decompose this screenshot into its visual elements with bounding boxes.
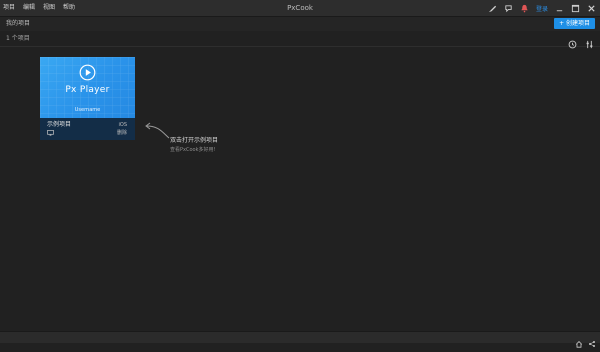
titlebar-actions: 登录 xyxy=(488,1,596,15)
bell-icon[interactable] xyxy=(520,4,529,13)
filter-icon[interactable] xyxy=(585,34,594,53)
project-name: 示例项目 xyxy=(47,121,72,128)
login-link[interactable]: 登录 xyxy=(536,4,548,13)
curved-arrow-icon xyxy=(145,122,170,139)
page-title: 我的项目 xyxy=(6,20,31,27)
project-header: 我的项目 + 创建项目 xyxy=(0,17,600,31)
maximize-icon[interactable] xyxy=(571,4,580,13)
status-bar xyxy=(0,331,600,348)
feedback-icon[interactable] xyxy=(504,4,513,13)
minimize-icon[interactable] xyxy=(555,4,564,13)
view-controls xyxy=(568,34,594,53)
create-project-button[interactable]: + 创建项目 xyxy=(554,18,595,29)
share-icon[interactable] xyxy=(588,333,596,352)
project-thumbnail[interactable]: Px Player Username xyxy=(40,57,135,118)
project-count-bar: 1 个项目 xyxy=(0,31,600,49)
project-count: 1 个项目 xyxy=(6,35,30,42)
clock-icon[interactable] xyxy=(568,34,577,53)
play-icon xyxy=(79,64,96,81)
thumbnail-title: Px Player xyxy=(65,85,110,95)
thumbnail-subtitle: Username xyxy=(74,107,101,113)
home-icon[interactable] xyxy=(575,333,583,352)
project-platform: iOS xyxy=(118,122,128,128)
title-bar: 项目 编辑 视图 帮助 PxCook 登录 xyxy=(0,0,600,17)
monitor-icon xyxy=(47,130,54,136)
status-bar-actions xyxy=(575,333,596,352)
delete-project-button[interactable]: 删除 xyxy=(117,130,127,137)
hint-title: 双击打开示例项目 xyxy=(170,137,219,144)
create-project-label: + 创建项目 xyxy=(559,20,590,27)
project-card[interactable]: Px Player Username 示例项目 iOS 删除 xyxy=(40,57,135,140)
close-icon[interactable] xyxy=(587,4,596,13)
brush-icon[interactable] xyxy=(488,4,497,13)
project-card-info: 示例项目 iOS 删除 xyxy=(40,118,135,140)
hint-subtitle: 查看PxCook多好用! xyxy=(170,147,216,153)
